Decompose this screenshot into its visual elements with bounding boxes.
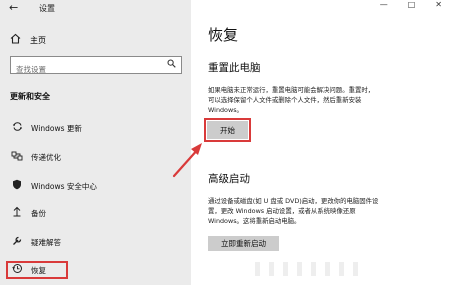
annotation-arrow-icon <box>172 143 202 178</box>
decorative-watermark <box>255 262 358 276</box>
